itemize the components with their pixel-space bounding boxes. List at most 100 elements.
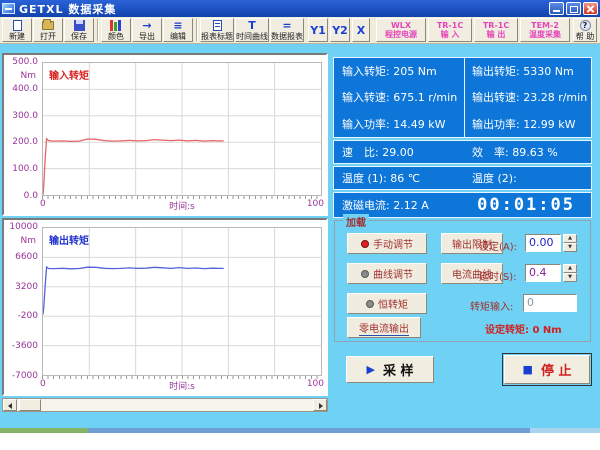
mode-button-label: 曲线调节 <box>373 266 413 281</box>
device-button-line1: TEM-2 <box>531 21 559 30</box>
toolbar: 新建 打开 保存 颜色 → 导出 ≡ 编辑 报表标题 T 时间曲 <box>0 17 600 44</box>
help-button[interactable]: ? 帮 助 <box>573 18 597 42</box>
set-current-spinner[interactable]: ▲▼ <box>563 234 577 252</box>
wlx-power-button[interactable]: WLX 程控电源 <box>376 18 426 42</box>
load-group-box: 加载 手动调节 曲线调节 恒转矩 输出限制 电流曲线 设定(A): 0.00 ▲… <box>334 220 591 342</box>
horizontal-scrollbar[interactable] <box>2 398 328 412</box>
spin-down-icon[interactable]: ▼ <box>563 273 577 282</box>
color-button[interactable]: 颜色 <box>101 18 131 42</box>
report-title-button[interactable]: 报表标题 <box>200 18 234 42</box>
desktop-background <box>0 433 600 450</box>
time-curve-button-label: 时间曲线 <box>236 32 268 41</box>
maximize-button[interactable] <box>566 2 581 15</box>
series-label: 输出转矩 <box>49 232 89 247</box>
y-axis-tick-label: -7000 <box>2 371 38 381</box>
scroll-right-icon <box>319 403 323 409</box>
save-button[interactable]: 保存 <box>64 18 94 42</box>
tem2-temperature-button[interactable]: TEM-2 温度采集 <box>520 18 570 42</box>
edit-button-label: 编辑 <box>170 32 186 41</box>
report-title-icon <box>213 20 222 32</box>
window-title: GETXL 数据采集 <box>19 1 116 17</box>
input-torque-reading: 输入转矩: 205 Nm <box>334 63 464 79</box>
curve-adjust-button[interactable]: 曲线调节 <box>347 263 427 284</box>
device-button-line1: TR-1C <box>483 21 509 30</box>
temp1-reading: 温度 (1): 86 ℃ <box>334 170 464 186</box>
ratio-efficiency-panel: 速 比: 29.00 效 率: 89.63 % <box>333 140 592 164</box>
sample-button[interactable]: ▶ 采 样 <box>346 356 434 383</box>
input-power-reading: 输入功率: 14.49 kW <box>334 116 464 132</box>
x-axis-title: 时间:s <box>42 199 322 212</box>
maximize-icon <box>570 6 578 13</box>
y2-axis-button[interactable]: Y2 <box>330 18 350 42</box>
efficiency-reading: 效 率: 89.63 % <box>464 144 558 160</box>
radio-unselected-icon <box>361 270 369 278</box>
save-button-label: 保存 <box>71 32 87 41</box>
scroll-right-button[interactable] <box>313 399 327 411</box>
titlebar: GETXL 数据采集 <box>0 0 600 17</box>
scroll-left-button[interactable] <box>3 399 17 411</box>
minimize-button[interactable] <box>549 2 564 15</box>
delay-input[interactable]: 0.4 <box>525 264 561 282</box>
x-axis-labels: 0 时间:s 100 <box>42 379 322 391</box>
scrollbar-thumb[interactable] <box>19 399 41 411</box>
constant-torque-button[interactable]: 恒转矩 <box>347 293 427 314</box>
toolbar-separator <box>196 19 198 41</box>
zero-current-output-button[interactable]: 零电流输出 <box>347 317 421 338</box>
stop-button-label: 停 止 <box>541 360 572 379</box>
edit-lines-icon: ≡ <box>173 20 182 32</box>
device-button-line1: TR-1C <box>437 21 463 30</box>
y-axis-unit-label: Nm <box>0 236 36 246</box>
reading-row: 输入转速: 675.1 r/min 输出转速: 23.28 r/min <box>334 84 591 110</box>
x-axis-button[interactable]: X <box>352 18 370 42</box>
new-document-icon <box>13 20 22 32</box>
x-axis-title: 时间:s <box>42 379 322 392</box>
device-button-line1: WLX <box>391 21 411 30</box>
export-button-label: 导出 <box>139 32 155 41</box>
tr1c-output-button[interactable]: TR-1C 输 出 <box>474 18 518 42</box>
tr1c-input-button[interactable]: TR-1C 输 入 <box>428 18 472 42</box>
excitation-current-reading: 激磁电流: 2.12 A <box>334 197 464 213</box>
delay-label: 延时(S): <box>479 268 517 283</box>
temp2-reading: 温度 (2): <box>464 170 517 186</box>
mode-button-label: 手动调节 <box>373 236 413 251</box>
x-axis-end-label: 100 <box>307 199 324 209</box>
y-axis-labels: 500.0400.0300.0200.0100.00.0Nm <box>4 62 40 196</box>
chart-canvas <box>43 228 321 375</box>
y-axis-tick-label: 500.0 <box>2 57 38 67</box>
open-folder-icon <box>42 20 54 32</box>
spin-up-icon[interactable]: ▲ <box>563 264 577 273</box>
spin-up-icon[interactable]: ▲ <box>563 234 577 243</box>
close-button[interactable] <box>583 2 598 15</box>
manual-adjust-button[interactable]: 手动调节 <box>347 233 427 254</box>
y1-axis-button[interactable]: Y1 <box>308 18 328 42</box>
time-curve-button[interactable]: T 时间曲线 <box>235 18 269 42</box>
reading-row: 输入功率: 14.49 kW 输出功率: 12.99 kW <box>334 111 591 137</box>
sample-button-label: 采 样 <box>383 360 414 379</box>
delay-spinner[interactable]: ▲▼ <box>563 264 577 282</box>
y-axis-tick-label: 3200 <box>2 282 38 292</box>
edit-button[interactable]: ≡ 编辑 <box>163 18 193 42</box>
set-current-input[interactable]: 0.00 <box>525 234 561 252</box>
play-icon: ▶ <box>367 363 375 376</box>
spin-down-icon[interactable]: ▼ <box>563 243 577 252</box>
torque-input-field[interactable]: 0 <box>523 294 577 312</box>
data-report-button-label: 数据报表 <box>271 32 303 41</box>
data-report-icon: = <box>282 20 291 32</box>
help-icon: ? <box>580 20 591 32</box>
data-report-button[interactable]: = 数据报表 <box>270 18 304 42</box>
output-torque-plot-area: 输出转矩 <box>42 227 322 376</box>
y-axis-tick-label: 6600 <box>2 252 38 262</box>
export-button[interactable]: → 导出 <box>132 18 162 42</box>
input-torque-chart-panel: 500.0400.0300.0200.0100.00.0Nm 输入转矩 0 时间… <box>2 53 328 216</box>
new-button[interactable]: 新建 <box>2 18 32 42</box>
input-speed-reading: 输入转速: 675.1 r/min <box>334 89 464 105</box>
input-torque-plot-area: 输入转矩 <box>42 62 322 196</box>
open-button[interactable]: 打开 <box>33 18 63 42</box>
colors-icon <box>110 20 122 32</box>
y-axis-tick-label: -200 <box>2 311 38 321</box>
torque-speed-power-panel: 输入转矩: 205 Nm 输出转矩: 5330 Nm 输入转速: 675.1 r… <box>333 57 592 138</box>
torque-input-label: 转矩输入: <box>470 298 513 313</box>
stop-button[interactable]: ■ 停 止 <box>504 355 590 384</box>
y-axis-tick-label: 300.0 <box>2 111 38 121</box>
set-torque-readout: 设定转矩: 0 Nm <box>485 321 562 336</box>
